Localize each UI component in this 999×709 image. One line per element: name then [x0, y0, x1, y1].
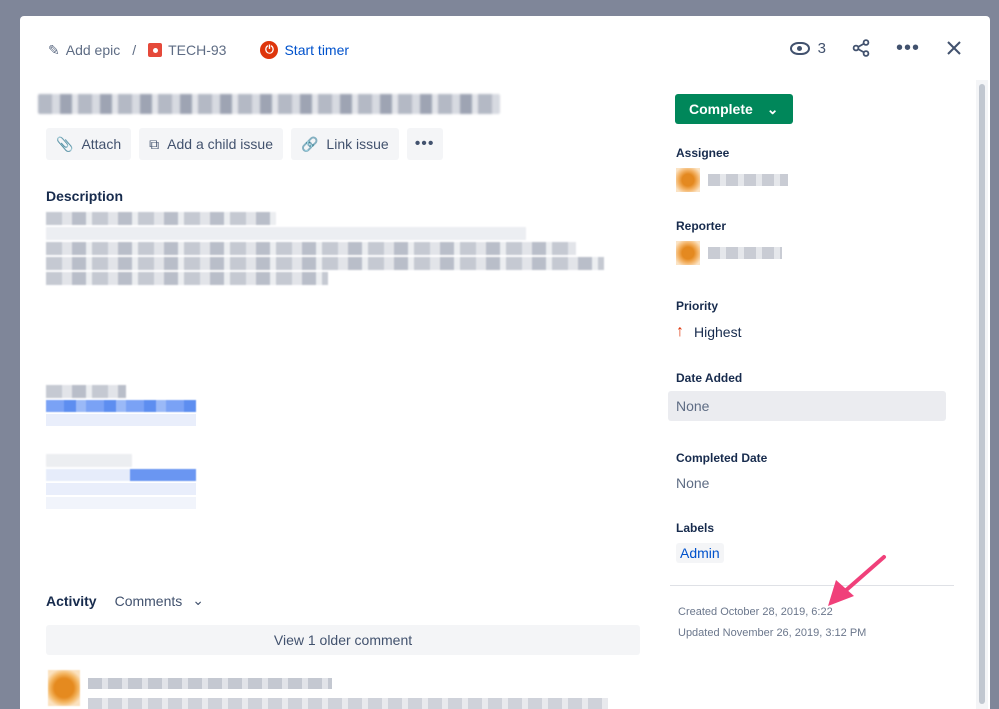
- link-icon: 🔗: [300, 135, 319, 152]
- label-chip[interactable]: Admin: [676, 543, 724, 563]
- arrow-up-icon: ↑: [676, 323, 684, 340]
- reporter-label: Reporter: [676, 219, 727, 233]
- more-actions-icon[interactable]: •••: [896, 38, 920, 58]
- activity-filter-select[interactable]: Comments ⌄: [115, 592, 204, 609]
- modal-scrollbar[interactable]: [976, 80, 988, 709]
- redacted-line: [46, 454, 132, 467]
- issue-sidebar: Complete ⌄ Assignee Reporter Priority ↑ …: [668, 94, 956, 644]
- view-older-comments-button[interactable]: View 1 older comment: [46, 625, 640, 655]
- issue-action-bar: 📎 Attach ⧉ Add a child issue 🔗 Link issu…: [46, 128, 640, 160]
- bug-icon: [148, 43, 163, 57]
- assignee-label: Assignee: [676, 146, 730, 160]
- add-child-label: Add a child issue: [167, 136, 273, 152]
- ellipsis-icon: •••: [414, 135, 435, 152]
- avatar: [676, 168, 700, 192]
- avatar: [48, 670, 80, 706]
- redacted-line: [46, 414, 196, 426]
- completed-date-value[interactable]: None: [676, 475, 956, 491]
- close-icon[interactable]: [946, 40, 962, 56]
- breadcrumb: ✎ Add epic / TECH-93 ⏻ Start timer: [48, 40, 349, 60]
- issue-timestamps: Created October 28, 2019, 6:22 Updated N…: [668, 602, 956, 644]
- attach-label: Attach: [81, 136, 122, 152]
- priority-field: Priority ↑ Highest: [668, 299, 956, 341]
- reporter-name-redacted: [708, 247, 782, 259]
- share-icon[interactable]: [852, 39, 870, 57]
- attach-button[interactable]: 📎 Attach: [46, 128, 132, 160]
- date-added-label: Date Added: [676, 371, 743, 385]
- avatar: [676, 241, 700, 265]
- comment-body-redacted: [88, 698, 608, 709]
- pencil-icon: ✎: [48, 41, 60, 58]
- redacted-link: [46, 469, 196, 481]
- assignee-field: Assignee: [668, 146, 956, 192]
- created-timestamp: Created October 28, 2019, 6:22: [678, 606, 833, 618]
- header-actions: 3 •••: [789, 38, 962, 58]
- priority-value[interactable]: ↑ Highest: [676, 323, 956, 341]
- power-icon: ⏻: [260, 41, 279, 59]
- reporter-field: Reporter: [668, 219, 956, 265]
- activity-header: Activity Comments ⌄: [46, 592, 640, 609]
- priority-label: Priority: [676, 299, 719, 313]
- labels-label: Labels: [676, 521, 715, 535]
- completed-date-field: Completed Date None: [668, 451, 956, 491]
- assignee-value[interactable]: [676, 168, 956, 192]
- start-timer-button[interactable]: ⏻ Start timer: [260, 41, 349, 59]
- description-label: Description: [46, 188, 124, 204]
- completed-date-label: Completed Date: [676, 451, 768, 465]
- link-issue-button[interactable]: 🔗 Link issue: [290, 128, 399, 160]
- issue-main: 📎 Attach ⧉ Add a child issue 🔗 Link issu…: [38, 94, 640, 509]
- redacted-link: [46, 400, 196, 412]
- breadcrumb-separator: /: [132, 42, 137, 58]
- add-child-issue-button[interactable]: ⧉ Add a child issue: [139, 128, 283, 160]
- status-transition-button[interactable]: Complete ⌄: [675, 94, 793, 124]
- watch-button[interactable]: 3: [789, 39, 826, 57]
- add-epic-link[interactable]: ✎ Add epic: [48, 42, 120, 59]
- issue-key: TECH-93: [168, 42, 227, 58]
- modal-header: ✎ Add epic / TECH-93 ⏻ Start timer 3 •••: [20, 16, 990, 84]
- updated-timestamp: Updated November 26, 2019, 3:12 PM: [678, 627, 867, 639]
- redacted-line: [46, 227, 526, 240]
- issue-key-link[interactable]: TECH-93: [148, 42, 226, 58]
- paperclip-icon: 📎: [56, 135, 74, 152]
- chevron-down-icon: ⌄: [766, 100, 779, 117]
- date-added-field: Date Added None: [668, 371, 956, 421]
- labels-field: Labels Admin: [668, 521, 956, 563]
- redacted-line: [46, 272, 328, 285]
- issue-summary-redacted: [38, 94, 500, 114]
- priority-text: Highest: [694, 324, 742, 340]
- redacted-line: [46, 242, 576, 255]
- date-added-value[interactable]: None: [668, 391, 946, 421]
- comment-author-redacted: [88, 678, 332, 689]
- assignee-name-redacted: [708, 174, 788, 186]
- reporter-value[interactable]: [676, 241, 956, 265]
- hierarchy-icon: ⧉: [149, 135, 160, 152]
- redacted-line: [46, 212, 276, 225]
- status-label: Complete: [689, 101, 753, 117]
- add-epic-label: Add epic: [65, 42, 121, 58]
- start-timer-label: Start timer: [284, 42, 350, 58]
- annotation-arrow-icon: [818, 552, 890, 613]
- redacted-line: [46, 483, 196, 495]
- activity-filter-value: Comments: [114, 592, 183, 609]
- link-issue-label: Link issue: [326, 136, 389, 152]
- chevron-down-icon: ⌄: [192, 592, 204, 608]
- sidebar-divider: [670, 585, 954, 586]
- more-issue-actions-button[interactable]: •••: [406, 128, 443, 160]
- redacted-line: [46, 257, 604, 270]
- activity-section: Activity Comments ⌄ View 1 older comment: [46, 592, 640, 709]
- redacted-line: [46, 497, 196, 509]
- watch-count: 3: [817, 39, 826, 57]
- redacted-line: [46, 385, 126, 398]
- activity-label: Activity: [46, 592, 97, 609]
- eye-icon: [789, 41, 810, 55]
- description-content-redacted[interactable]: [46, 212, 640, 509]
